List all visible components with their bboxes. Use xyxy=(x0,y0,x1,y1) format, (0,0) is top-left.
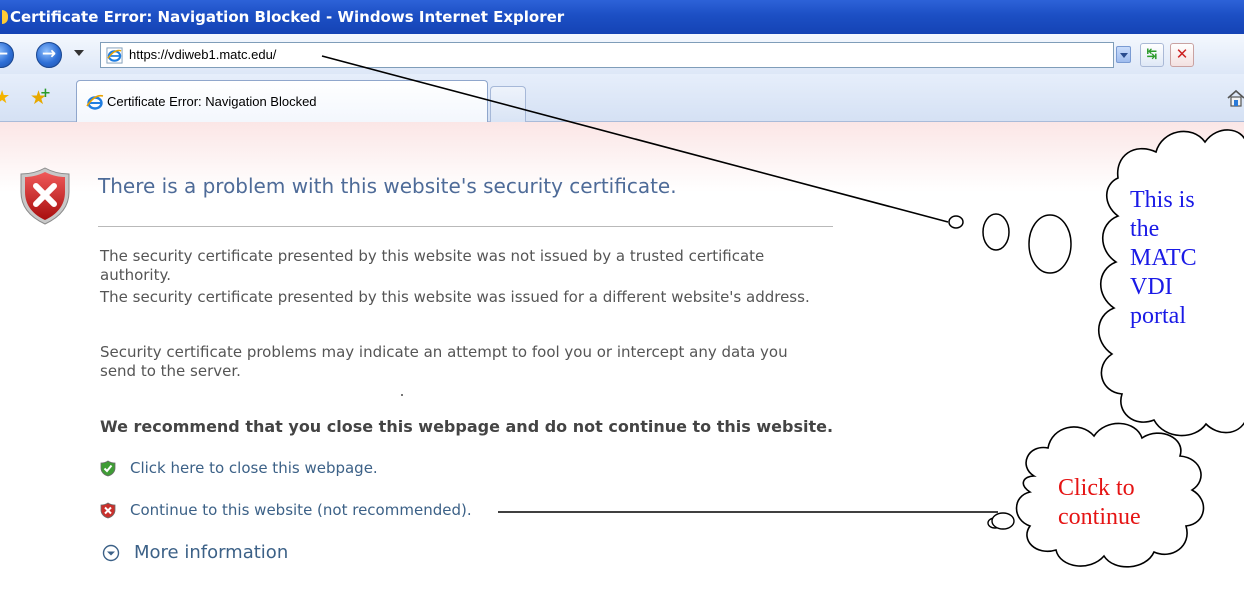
green-shield-icon xyxy=(100,460,116,477)
heading-divider xyxy=(98,226,833,227)
stray-dot xyxy=(401,394,403,396)
window-title: Certificate Error: Navigation Blocked - … xyxy=(10,8,565,26)
address-dropdown-button[interactable] xyxy=(1115,42,1131,68)
close-page-link[interactable]: Click here to close this webpage. xyxy=(130,459,378,477)
fool-warning-message: Security certificate problems may indica… xyxy=(100,343,1020,381)
fool-warning-line2: send to the server. xyxy=(100,362,241,380)
untrusted-authority-message: The security certificate presented by th… xyxy=(100,247,1020,285)
cloud1-line: the xyxy=(1130,216,1160,242)
address-mismatch-message: The security certificate presented by th… xyxy=(100,288,810,306)
untrusted-authority-line1: The security certificate presented by th… xyxy=(100,247,765,265)
tab-toolbar: ★ ★ + Certificate Error: Navigation Block… xyxy=(0,74,1244,122)
refresh-button[interactable]: ↹ xyxy=(1140,43,1164,67)
cloud1-line: VDI xyxy=(1130,274,1173,300)
address-bar[interactable]: https://vdiweb1.matc.edu/ xyxy=(100,42,1114,68)
cloud1-line: MATC xyxy=(1130,245,1197,271)
ie-page-icon xyxy=(106,47,123,64)
recommendation-text: We recommend that you close this webpage… xyxy=(100,417,834,436)
stop-button[interactable]: ✕ xyxy=(1170,43,1194,67)
cloud2-text: Click to continue xyxy=(1058,474,1178,532)
page-content: There is a problem with this website's s… xyxy=(0,122,1244,607)
tab-label: Certificate Error: Navigation Blocked xyxy=(107,94,317,109)
favorites-star-icon[interactable]: ★ xyxy=(0,89,12,107)
fool-warning-line1: Security certificate problems may indica… xyxy=(100,343,788,361)
home-icon[interactable] xyxy=(1226,88,1244,108)
continue-link-row[interactable]: Continue to this website (not recommende… xyxy=(100,501,472,519)
error-shield-icon xyxy=(20,167,70,225)
untrusted-authority-line2: authority. xyxy=(100,266,171,284)
ie-tab-icon xyxy=(86,94,104,110)
page-title: There is a problem with this website's s… xyxy=(98,174,677,198)
more-information-row[interactable]: More information xyxy=(100,542,288,563)
cloud1-text: This is the MATC VDI portal xyxy=(1130,186,1230,331)
more-information-link[interactable]: More information xyxy=(134,542,288,563)
window-title-bar[interactable]: Certificate Error: Navigation Blocked - … xyxy=(0,0,1244,34)
ie-app-icon xyxy=(2,10,8,24)
close-page-link-row[interactable]: Click here to close this webpage. xyxy=(100,459,378,477)
cloud2-line: Click to xyxy=(1058,475,1135,501)
recent-pages-dropdown[interactable] xyxy=(74,50,84,56)
forward-button[interactable]: → xyxy=(36,42,62,68)
address-toolbar: ← → https://vdiweb1.matc.edu/ ↹ ✕ xyxy=(0,34,1244,74)
back-button[interactable]: ← xyxy=(0,42,14,68)
url-text: https://vdiweb1.matc.edu/ xyxy=(129,47,277,62)
tab-certificate-error[interactable]: Certificate Error: Navigation Blocked xyxy=(76,80,488,122)
new-tab-button[interactable] xyxy=(490,86,526,122)
chevron-down-circle-icon xyxy=(102,544,120,562)
red-shield-icon xyxy=(100,502,116,519)
cloud1-line: This is xyxy=(1130,187,1195,213)
cloud2-line: continue xyxy=(1058,504,1141,530)
add-favorite-icon[interactable]: ★ + xyxy=(30,86,52,108)
continue-to-website-link[interactable]: Continue to this website (not recommende… xyxy=(130,501,472,519)
cloud1-line: portal xyxy=(1130,303,1186,329)
